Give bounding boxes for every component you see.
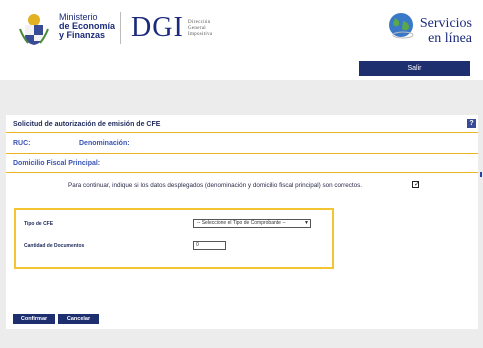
cantidad-input[interactable]: 0 [193, 241, 226, 250]
ministry-name: Ministerio de Economía y Finanzas [59, 13, 115, 40]
tipo-cfe-label: Tipo de CFE [24, 221, 54, 227]
dgi-subtitle: Dirección General Impositiva [188, 20, 212, 38]
confirmar-button[interactable]: Confirmar [13, 314, 55, 324]
salir-button[interactable]: Salir [359, 61, 470, 76]
cfe-form-box [14, 208, 334, 269]
servicios-line2: en línea [428, 31, 472, 46]
tipo-cfe-select[interactable]: -- Seleccione el Tipo de Comprobante -- … [193, 219, 311, 228]
domicilio-label: Domicilio Fiscal Principal: [13, 160, 101, 167]
checkmark-icon: ✓ [414, 180, 420, 188]
ministry-line3: y Finanzas [59, 30, 106, 40]
chevron-down-icon: ▼ [304, 220, 309, 226]
servicios-line1: Servicios [419, 16, 472, 31]
ruc-label: RUC: [13, 140, 31, 147]
confirm-data-checkbox[interactable]: ✓ [412, 180, 420, 188]
divider [6, 153, 478, 154]
confirm-data-text: Para continuar, indique si los datos des… [68, 182, 363, 189]
help-icon[interactable]: ? [467, 119, 476, 128]
divider [6, 172, 478, 173]
tipo-cfe-selected: -- Seleccione el Tipo de Comprobante -- [197, 220, 286, 226]
dgi-logo: DGI [131, 12, 184, 43]
header-divider [120, 12, 121, 44]
cancelar-button[interactable]: Cancelar [58, 314, 99, 324]
page-header: Ministerio de Economía y Finanzas DGI Di… [0, 0, 483, 80]
edge-marker [480, 172, 482, 177]
servicios-en-linea: Servicios en línea [416, 16, 472, 46]
cantidad-label: Cantidad de Documentos [24, 243, 85, 249]
globe-icon [389, 13, 414, 39]
dgi-sub-line3: Impositiva [188, 32, 213, 37]
page-title: Solicitud de autorización de emisión de … [13, 121, 161, 128]
coat-of-arms-icon [19, 14, 49, 45]
denominacion-label: Denominación: [79, 140, 130, 147]
